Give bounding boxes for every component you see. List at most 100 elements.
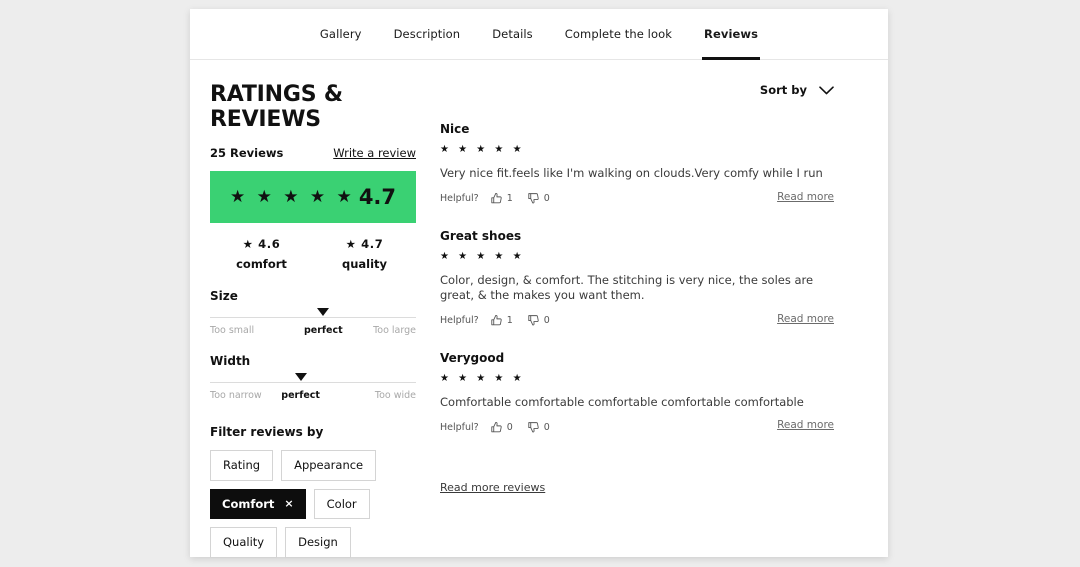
tab-complete-the-look-label: Complete the look [565, 27, 672, 41]
width-slider-mid-label: perfect [281, 390, 320, 401]
chevron-down-icon [819, 86, 834, 95]
size-slider-track-wrap [210, 317, 416, 318]
filter-chip-label: Color [327, 498, 357, 511]
close-icon[interactable]: × [284, 498, 293, 510]
width-slider-marker [295, 373, 307, 381]
width-slider-track-wrap [210, 382, 416, 383]
subrating-comfort-value: ★ 4.6 [210, 237, 313, 251]
review-stars: ★ ★ ★ ★ ★ [440, 374, 868, 384]
tab-details[interactable]: Details [476, 9, 549, 60]
subrating-quality-value: ★ 4.7 [313, 237, 416, 251]
filter-reviews-title: Filter reviews by [210, 425, 416, 439]
thumbs-down-icon [527, 421, 540, 434]
thumbs-up-count: 1 [507, 315, 513, 326]
read-more-link[interactable]: Read more [777, 313, 834, 325]
size-slider-legend: Too small perfect Too large [210, 325, 416, 336]
width-slider-label: Width [210, 354, 416, 368]
filter-chip-color[interactable]: Color [314, 489, 370, 520]
thumbs-up-button[interactable]: 1 [490, 192, 513, 205]
review-stars: ★ ★ ★ ★ ★ [440, 252, 868, 262]
review-title: Great shoes [440, 229, 868, 243]
tab-details-label: Details [492, 27, 533, 41]
tab-description-label: Description [394, 27, 461, 41]
size-slider-left-label: Too small [210, 325, 254, 336]
filter-chip-label: Rating [223, 459, 260, 472]
filter-chip-comfort[interactable]: Comfort × [210, 489, 306, 520]
thumbs-up-icon [490, 421, 503, 434]
size-slider-mid-label: perfect [304, 325, 343, 336]
page-title: RATINGS & REVIEWS [210, 82, 416, 132]
review-helpful-row: Helpful? 0 0 Read more [440, 420, 868, 434]
filter-chip-list: Rating Appearance Comfort × Color Quality Desi… [210, 450, 416, 558]
read-more-reviews-link[interactable]: Read more reviews [440, 481, 545, 494]
read-more-link[interactable]: Read more [777, 419, 834, 431]
size-slider-label: Size [210, 289, 416, 303]
helpful-label: Helpful? [440, 193, 479, 204]
size-slider-marker [317, 308, 329, 316]
thumbs-up-button[interactable]: 1 [490, 314, 513, 327]
width-slider-left-label: Too narrow [210, 390, 262, 401]
thumbs-down-count: 0 [544, 422, 550, 433]
filter-chip-label: Design [298, 536, 338, 549]
sort-by-control[interactable]: Sort by [440, 82, 834, 98]
subrating-quality: ★ 4.7 quality [313, 237, 416, 271]
filter-chip-design[interactable]: Design [285, 527, 351, 558]
review-title: Nice [440, 122, 868, 136]
subrating-quality-label: quality [313, 257, 416, 271]
sort-by-label: Sort by [760, 83, 807, 97]
filter-chip-appearance[interactable]: Appearance [281, 450, 376, 481]
width-slider-right-label: Too wide [375, 390, 416, 401]
overall-stars: ★ ★ ★ ★ ★ [230, 189, 355, 206]
size-slider-right-label: Too large [373, 325, 416, 336]
filter-chip-rating[interactable]: Rating [210, 450, 273, 481]
review-item: Great shoes ★ ★ ★ ★ ★ Color, design, & com… [440, 229, 868, 328]
filter-chip-label: Appearance [294, 459, 363, 472]
review-helpful-row: Helpful?10Read more [440, 314, 868, 328]
thumbs-down-icon [527, 192, 540, 205]
filter-chip-label: Comfort [222, 498, 274, 511]
reviews-count-row: 25 Reviews Write a review [210, 146, 416, 160]
thumbs-up-icon [490, 314, 503, 327]
tab-complete-the-look[interactable]: Complete the look [549, 9, 688, 60]
reviews-list-column: Sort by Nice ★ ★ ★ ★ ★ Very nice fit.feels… [440, 82, 868, 495]
subrating-comfort: ★ 4.6 comfort [210, 237, 313, 271]
review-item: Nice ★ ★ ★ ★ ★ Very nice fit.feels like I'… [440, 122, 868, 206]
reviews-count: 25 Reviews [210, 146, 283, 160]
tab-reviews[interactable]: Reviews [688, 9, 774, 60]
page-background: Gallery Description Details Complete the… [0, 0, 1080, 567]
thumbs-down-button[interactable]: 0 [527, 192, 550, 205]
review-body: Very nice fit.feels like I'm walking on … [440, 166, 845, 182]
tab-gallery[interactable]: Gallery [304, 9, 378, 60]
width-fit-slider: Width Too narrow perfect Too wide [210, 354, 416, 401]
width-slider-track [210, 382, 416, 383]
filter-chip-quality[interactable]: Quality [210, 527, 277, 558]
review-item: Verygood ★ ★ ★ ★ ★ Comfortable comfortable… [440, 351, 868, 435]
subrating-comfort-label: comfort [210, 257, 313, 271]
tab-gallery-label: Gallery [320, 27, 362, 41]
review-stars: ★ ★ ★ ★ ★ [440, 145, 868, 155]
size-slider-track [210, 317, 416, 318]
tab-reviews-label: Reviews [704, 27, 758, 41]
review-body: Comfortable comfortable comfortable comf… [440, 395, 845, 411]
subratings: ★ 4.6 comfort ★ 4.7 quality [210, 237, 416, 271]
thumbs-up-count: 1 [507, 193, 513, 204]
review-body: Color, design, & comfort. The stitching … [440, 273, 845, 304]
review-helpful-row: Helpful? 1 0 Read more [440, 192, 868, 206]
thumbs-up-count: 0 [507, 422, 513, 433]
overall-score: 4.7 [359, 187, 396, 208]
thumbs-down-button[interactable]: 0 [527, 314, 550, 327]
review-title: Verygood [440, 351, 868, 365]
product-tab-bar: Gallery Description Details Complete the… [190, 9, 888, 60]
helpful-label: Helpful? [440, 422, 479, 433]
thumbs-down-count: 0 [544, 315, 550, 326]
width-slider-legend: Too narrow perfect Too wide [210, 390, 416, 401]
read-more-link[interactable]: Read more [777, 191, 834, 203]
write-a-review-link[interactable]: Write a review [333, 146, 416, 160]
thumbs-down-count: 0 [544, 193, 550, 204]
thumbs-down-button[interactable]: 0 [527, 421, 550, 434]
product-reviews-card: Gallery Description Details Complete the… [190, 9, 888, 557]
tab-description[interactable]: Description [378, 9, 477, 60]
filter-chip-label: Quality [223, 536, 264, 549]
thumbs-up-button[interactable]: 0 [490, 421, 513, 434]
ratings-summary-column: RATINGS & REVIEWS 25 Reviews Write a rev… [210, 82, 416, 558]
